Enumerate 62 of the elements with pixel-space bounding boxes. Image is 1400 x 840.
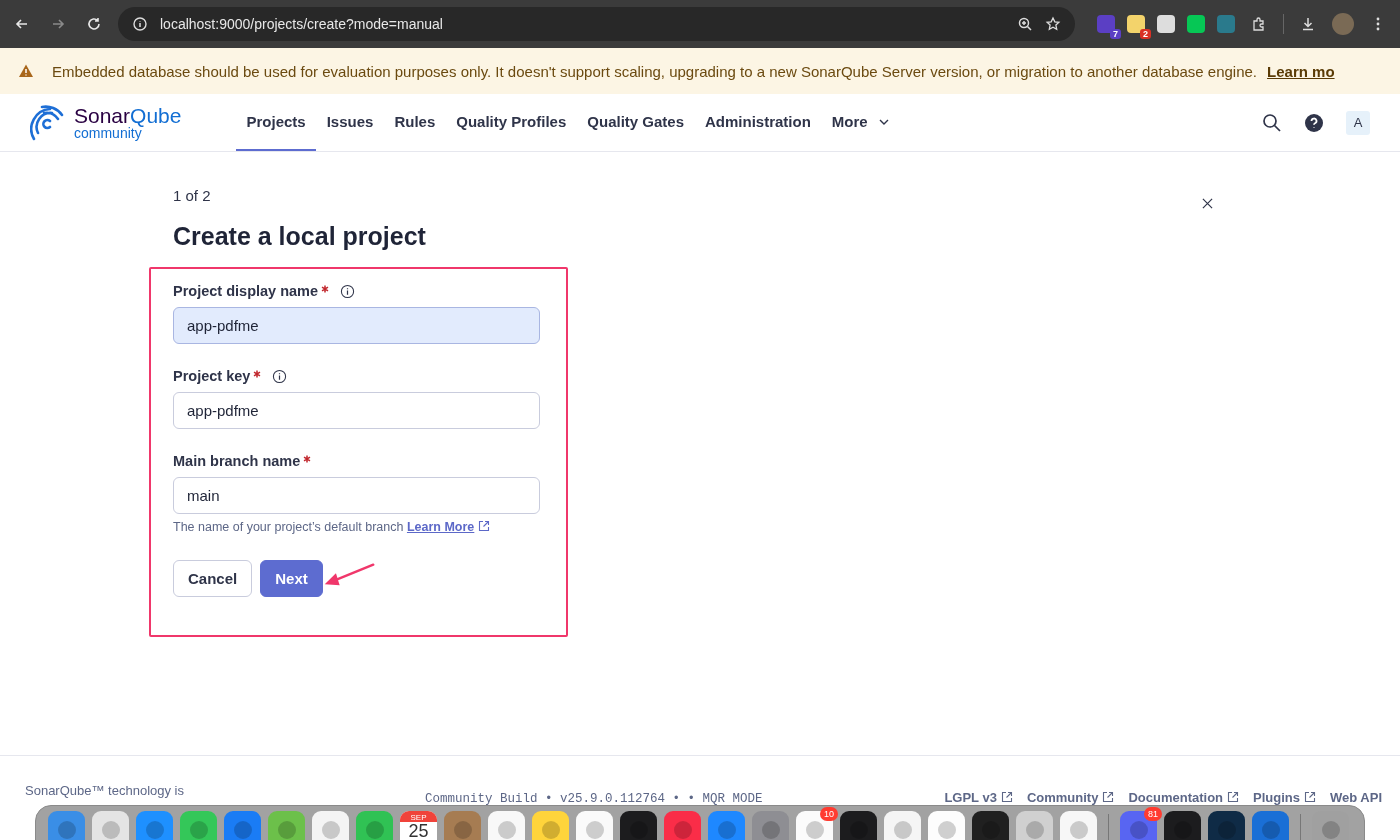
search-icon[interactable] bbox=[1262, 112, 1282, 133]
notification-badge: 81 bbox=[1144, 807, 1162, 821]
next-button[interactable]: Next bbox=[260, 560, 323, 597]
text-input[interactable]: main bbox=[173, 477, 540, 514]
field-label: Project key bbox=[173, 368, 251, 384]
step-indicator: 1 of 2 bbox=[173, 187, 212, 204]
calendar-app-icon[interactable]: SEP 25 bbox=[400, 811, 437, 840]
external-link-icon bbox=[1000, 791, 1013, 803]
profile-avatar[interactable] bbox=[1332, 13, 1354, 35]
field-label: Main branch name bbox=[173, 453, 301, 469]
text-input[interactable]: app-pdfme bbox=[173, 392, 540, 429]
info-icon[interactable] bbox=[272, 368, 288, 384]
page-title: Create a local project bbox=[173, 222, 426, 251]
zoom-icon[interactable] bbox=[1017, 16, 1033, 32]
app-icon[interactable] bbox=[840, 811, 877, 840]
extension-badge: 7 bbox=[1110, 29, 1121, 39]
version-text: Community Build • v25.9.0.112764 • • MQR MODE bbox=[425, 792, 763, 806]
extension-icon[interactable] bbox=[1157, 15, 1175, 33]
text-input[interactable]: app-pdfme bbox=[173, 307, 540, 344]
footer-link[interactable]: LGPL v3 bbox=[944, 790, 1013, 805]
warning-message: Embedded database should be used for evaluation purposes only. It doesn't support scaling, upgrading to a new SonarQube Server version, or migration to another database engine. bbox=[52, 62, 1258, 80]
learn-more-link[interactable]: Learn mo bbox=[1267, 62, 1335, 80]
external-link-icon bbox=[1102, 791, 1115, 803]
calendar-day: 25 bbox=[408, 822, 429, 840]
nav-tab[interactable]: Issues bbox=[316, 94, 384, 151]
external-link-icon bbox=[1304, 791, 1316, 803]
star-icon[interactable] bbox=[1045, 16, 1061, 32]
nav-tab[interactable]: Quality Gates bbox=[576, 94, 695, 151]
learn-more-link[interactable]: Learn More bbox=[406, 520, 491, 534]
close-icon[interactable] bbox=[1202, 198, 1213, 209]
app-icon[interactable] bbox=[1208, 811, 1245, 840]
extension-badge: 2 bbox=[1140, 29, 1151, 39]
url-text: localhost:9000/projects/create?mode=manual bbox=[160, 16, 443, 32]
warning-icon bbox=[18, 63, 34, 79]
footer-link[interactable]: Plugins bbox=[1253, 790, 1316, 805]
footer-text: SonarQube™ technology is bbox=[25, 783, 185, 799]
footer-link[interactable]: Community bbox=[1026, 790, 1115, 805]
nav-tab[interactable]: Rules bbox=[383, 94, 446, 151]
notification-badge: 10 bbox=[820, 807, 838, 821]
helper-text: The name of your project’s default branch Learn More bbox=[173, 520, 540, 534]
cancel-button[interactable]: Cancel bbox=[173, 560, 253, 597]
calendar-month: SEP bbox=[400, 811, 437, 822]
extension-icon[interactable] bbox=[1217, 15, 1235, 33]
help-icon[interactable] bbox=[1304, 112, 1324, 133]
app-icon[interactable] bbox=[972, 811, 1009, 840]
extension-icon[interactable] bbox=[1127, 15, 1145, 33]
extension-icon[interactable] bbox=[1187, 15, 1205, 33]
nav-tab[interactable]: Administration bbox=[694, 94, 822, 151]
external-link-icon bbox=[1227, 791, 1240, 803]
sonarqube-logo[interactable]: SonarQube community bbox=[30, 94, 236, 151]
nav-tab[interactable]: More bbox=[821, 94, 901, 151]
footer-link[interactable]: Web API bbox=[1330, 790, 1382, 805]
nav-tab[interactable]: Quality Profiles bbox=[445, 94, 577, 151]
nav-tab[interactable]: Projects bbox=[236, 94, 317, 151]
info-icon[interactable] bbox=[340, 283, 356, 299]
app-icon[interactable] bbox=[620, 811, 657, 840]
footer-link[interactable]: Documentation bbox=[1128, 790, 1240, 805]
field-label: Project display name bbox=[173, 283, 319, 299]
external-link-icon bbox=[478, 520, 491, 532]
user-avatar[interactable]: A bbox=[1346, 110, 1370, 135]
app-icon[interactable] bbox=[1164, 811, 1201, 840]
address-bar[interactable]: localhost:9000/projects/create?mode=manual bbox=[118, 7, 1075, 41]
